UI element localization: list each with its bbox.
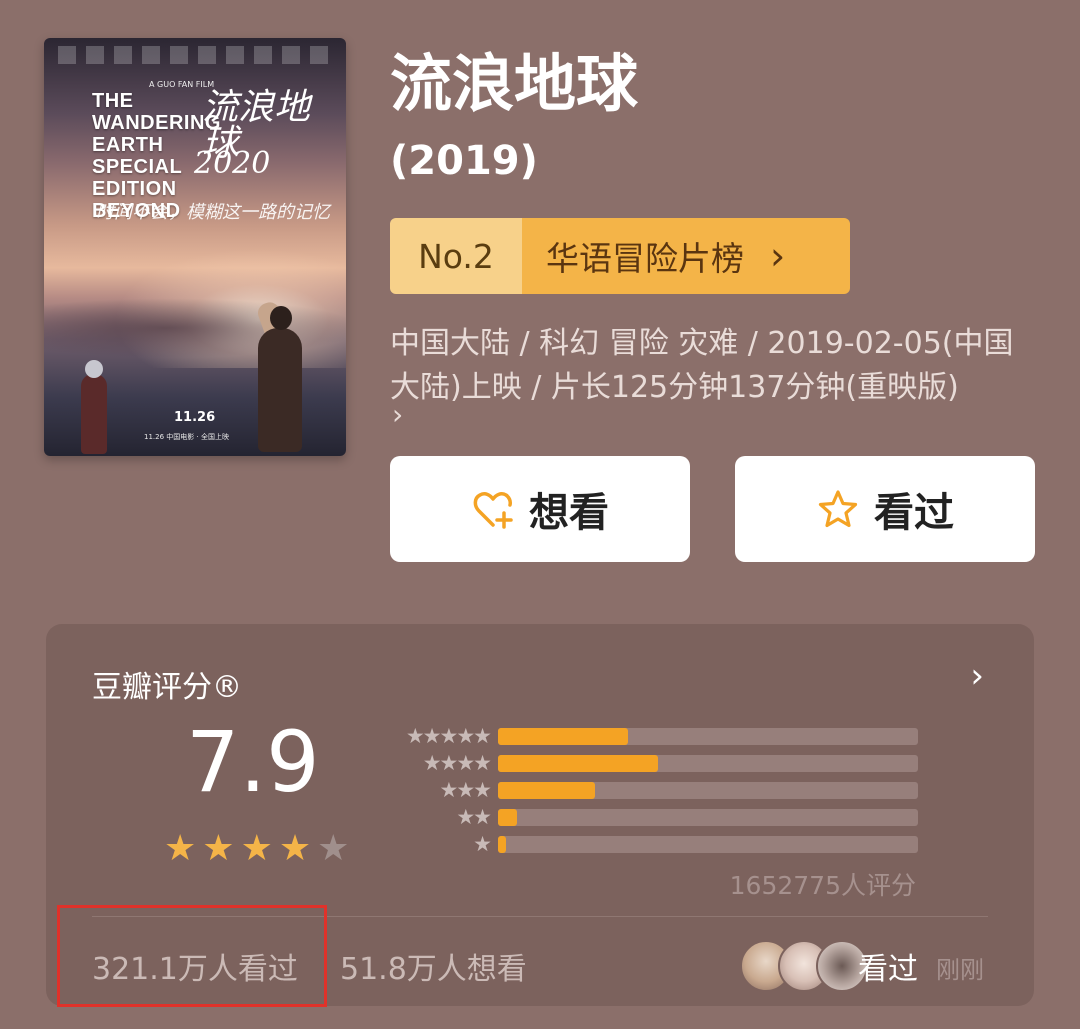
star-level-label: ★	[473, 832, 492, 856]
rating-bar-fill	[498, 782, 595, 799]
rating-bar-fill	[498, 836, 507, 853]
rating-distribution-row: ★★	[366, 805, 966, 832]
recent-activity-time: 刚刚	[936, 956, 984, 984]
poster-astronaut-figure	[81, 360, 107, 454]
wanted-count: 51.8万人想看	[340, 952, 527, 987]
watched-button[interactable]: 看过	[735, 456, 1035, 562]
star-empty-icon: ★	[317, 828, 350, 869]
poster-date: 11.26	[174, 410, 216, 425]
friend-avatars[interactable]	[740, 940, 868, 992]
star-level-label: ★★★★	[422, 751, 492, 775]
rating-distribution-row: ★★★★	[366, 751, 966, 778]
rank-list-name: 华语冒险片榜	[546, 239, 744, 278]
rank-badge[interactable]: No.2 华语冒险片榜 ›	[390, 218, 850, 294]
recent-activity-label: 看过	[858, 952, 918, 987]
rating-distribution: ★★★★★ ★★★★ ★★★ ★★ ★	[366, 724, 966, 859]
rating-count: 1652775人评分	[729, 871, 916, 900]
info-expand-chevron-icon[interactable]: ›	[392, 398, 403, 431]
star-outline-icon	[818, 490, 858, 528]
rating-section-title: 豆瓣评分®	[92, 670, 242, 705]
want-to-watch-button[interactable]: 想看	[390, 456, 690, 562]
rating-bar-fill	[498, 728, 629, 745]
star-level-label: ★★★	[439, 778, 493, 802]
rating-bar-track	[498, 836, 918, 853]
rank-number: No.2	[390, 218, 522, 294]
rank-list: 华语冒险片榜 ›	[522, 218, 850, 294]
poster-year: 2020	[194, 146, 271, 181]
star-filled-icon: ★	[164, 828, 197, 869]
star-filled-icon: ★	[202, 828, 235, 869]
rating-stars: ★ ★ ★ ★ ★	[164, 828, 349, 869]
rating-score: 7.9	[186, 713, 320, 811]
seen-label: 看过	[874, 490, 954, 536]
star-filled-icon: ★	[240, 828, 273, 869]
rating-bar-track	[498, 755, 918, 772]
poster-handwriting: 时间不会，模糊这一路的记忆	[96, 202, 330, 223]
movie-year: (2019)	[390, 138, 538, 184]
star-level-label: ★★★★★	[405, 724, 492, 748]
poster-footer: 11.26 中国电影 · 全国上映	[144, 433, 229, 441]
rating-distribution-row: ★	[366, 832, 966, 859]
movie-info: 中国大陆 / 科幻 冒险 灾难 / 2019-02-05(中国大陆)上映 / 片…	[390, 326, 1014, 405]
star-filled-icon: ★	[278, 828, 312, 869]
movie-poster[interactable]: A GUO FAN FILM THE WANDERING EARTH SPECI…	[44, 38, 346, 456]
chevron-right-icon[interactable]: ›	[970, 656, 984, 696]
rating-distribution-row: ★★★★★	[366, 724, 966, 751]
want-label: 想看	[529, 490, 609, 536]
chevron-right-icon: ›	[770, 234, 786, 278]
rating-bar-fill	[498, 755, 658, 772]
poster-man-figure	[258, 306, 302, 452]
poster-laurels	[58, 46, 332, 64]
rating-bar-track	[498, 782, 918, 799]
star-level-label: ★★	[456, 805, 492, 829]
heart-plus-icon	[473, 492, 513, 529]
highlight-box	[57, 905, 327, 1007]
rating-bar-track	[498, 728, 918, 745]
rating-distribution-row: ★★★	[366, 778, 966, 805]
movie-title: 流浪地球	[390, 47, 639, 120]
rating-bar-track	[498, 809, 918, 826]
rating-bar-fill	[498, 809, 517, 826]
